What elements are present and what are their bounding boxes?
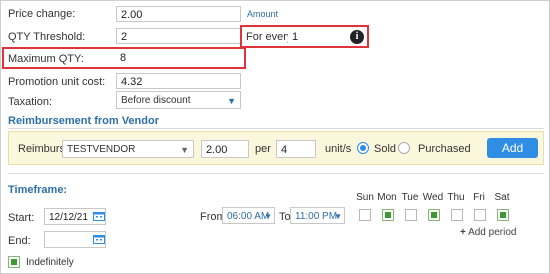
- day-label-sun: Sun: [356, 192, 374, 203]
- plus-icon: +: [460, 227, 466, 238]
- day-checkbox-fri[interactable]: [474, 209, 486, 221]
- timeframe-title: Timeframe:: [8, 184, 68, 196]
- vendor-value: TESTVENDOR: [67, 144, 136, 155]
- day-checkbox-mon[interactable]: [382, 209, 394, 221]
- from-time-select[interactable]: 06:00 AM ▼: [222, 207, 275, 224]
- per-units-input[interactable]: 4: [276, 140, 316, 158]
- start-date-value: 12/12/21: [49, 212, 88, 223]
- day-checkbox-wed[interactable]: [428, 209, 440, 221]
- reimbursement-title: Reimbursement from Vendor: [8, 115, 159, 127]
- qty-threshold-input[interactable]: 2: [116, 28, 241, 44]
- unit-label: unit/s: [325, 143, 352, 155]
- sold-radio[interactable]: [357, 142, 369, 154]
- chevron-down-icon: ▼: [227, 96, 236, 106]
- add-period-label: Add period: [468, 227, 517, 238]
- day-checkbox-thu[interactable]: [451, 209, 463, 221]
- taxation-value: Before discount: [121, 95, 191, 106]
- divider: [8, 173, 544, 174]
- add-reimbursement-button[interactable]: Add: [487, 138, 538, 158]
- day-label-tue: Tue: [401, 192, 419, 203]
- day-checkbox-sat[interactable]: [497, 209, 509, 221]
- indefinitely-checkbox[interactable]: [8, 256, 20, 268]
- day-label-wed: Wed: [422, 192, 444, 203]
- purchased-radio[interactable]: [398, 142, 410, 154]
- qty-threshold-label: QTY Threshold:: [8, 31, 86, 43]
- day-label-fri: Fri: [473, 192, 485, 203]
- calendar-icon[interactable]: [93, 234, 105, 244]
- promotion-unit-cost-input[interactable]: 4.32: [116, 73, 241, 89]
- from-time-value: 06:00 AM: [227, 211, 270, 222]
- day-checkbox-tue[interactable]: [405, 209, 417, 221]
- indefinitely-label: Indefinitely: [26, 257, 74, 268]
- info-icon[interactable]: i: [350, 30, 364, 44]
- maximum-qty-label: Maximum QTY:: [8, 53, 84, 65]
- end-label: End:: [8, 235, 31, 247]
- promotion-unit-cost-label: Promotion unit cost:: [8, 76, 106, 88]
- day-label-mon: Mon: [377, 192, 397, 203]
- taxation-label: Taxation:: [8, 96, 53, 108]
- to-label: To: [279, 211, 291, 223]
- calendar-icon[interactable]: [93, 211, 105, 221]
- vendor-select[interactable]: TESTVENDOR ▼: [62, 140, 194, 158]
- day-label-sat: Sat: [494, 192, 510, 203]
- chevron-down-icon: ▼: [334, 212, 342, 221]
- purchased-label: Purchased: [418, 143, 471, 155]
- maximum-qty-input[interactable]: 8: [116, 50, 240, 66]
- reimburse-amount-input[interactable]: 2.00: [201, 140, 249, 158]
- per-label: per: [255, 143, 271, 155]
- day-label-thu: Thu: [447, 192, 465, 203]
- taxation-select[interactable]: Before discount ▼: [116, 91, 241, 109]
- sold-label: Sold: [374, 143, 397, 155]
- chevron-down-icon: ▼: [180, 145, 189, 155]
- for-every-input[interactable]: 1: [288, 29, 350, 45]
- add-period-link[interactable]: + Add period: [460, 227, 516, 238]
- day-checkbox-sun[interactable]: [359, 209, 371, 221]
- price-change-input[interactable]: 2.00: [116, 6, 241, 22]
- to-time-value: 11:00 PM: [295, 211, 338, 222]
- price-change-label: Price change:: [8, 8, 76, 20]
- start-label: Start:: [8, 212, 35, 224]
- to-time-select[interactable]: 11:00 PM ▼: [290, 207, 345, 224]
- divider: [8, 128, 544, 129]
- chevron-down-icon: ▼: [264, 212, 272, 221]
- amount-type-link[interactable]: Amount: [247, 9, 278, 19]
